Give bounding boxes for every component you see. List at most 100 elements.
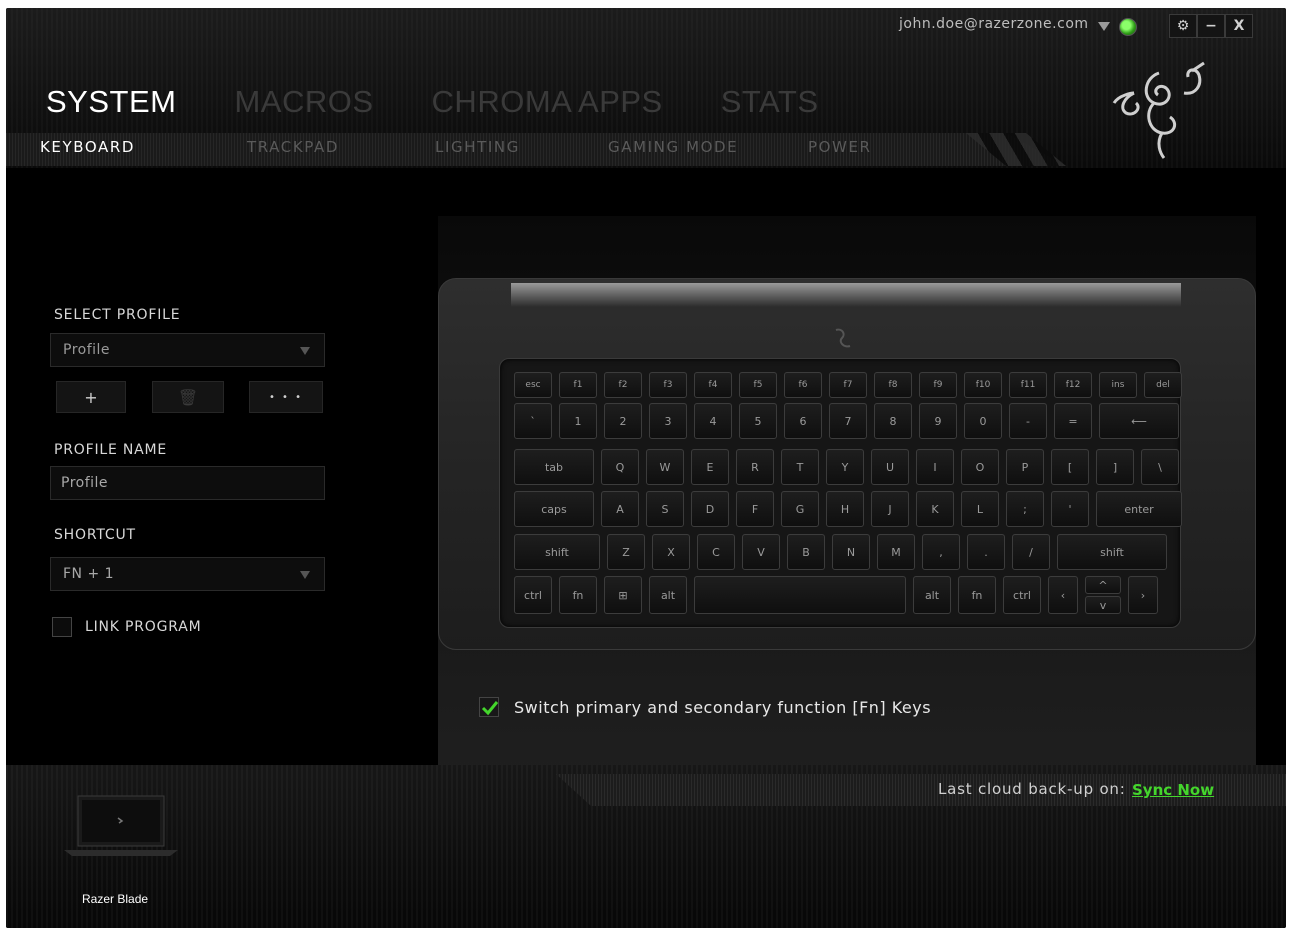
key-r0c3[interactable]: f3: [649, 372, 687, 398]
key-space[interactable]: [694, 576, 906, 614]
key-r3c2[interactable]: S: [646, 491, 684, 527]
key-r2c11[interactable]: [: [1051, 449, 1089, 485]
key-r5c2[interactable]: ⊞: [604, 576, 642, 614]
key-r1c7[interactable]: 7: [829, 403, 867, 439]
key-r1c3[interactable]: 3: [649, 403, 687, 439]
key-r1c2[interactable]: 2: [604, 403, 642, 439]
key-r0c10[interactable]: f10: [964, 372, 1002, 398]
tab-chroma-apps[interactable]: CHROMA APPS: [432, 84, 663, 120]
key-r1c1[interactable]: 1: [559, 403, 597, 439]
key-r3c0[interactable]: caps: [514, 491, 594, 527]
subtab-gaming-mode[interactable]: GAMING MODE: [608, 138, 808, 156]
key-r2c8[interactable]: I: [916, 449, 954, 485]
key-r4c8[interactable]: ,: [922, 534, 960, 570]
key-r0c13[interactable]: ins: [1099, 372, 1137, 398]
key-r2c5[interactable]: T: [781, 449, 819, 485]
subtab-power[interactable]: POWER: [808, 138, 908, 156]
key-r0c12[interactable]: f12: [1054, 372, 1092, 398]
key-r5c1[interactable]: fn: [559, 576, 597, 614]
key-r3c10[interactable]: ;: [1006, 491, 1044, 527]
key-r5c11[interactable]: ›: [1128, 576, 1158, 614]
key-r2c1[interactable]: Q: [601, 449, 639, 485]
key-r2c12[interactable]: ]: [1096, 449, 1134, 485]
key-r3c5[interactable]: G: [781, 491, 819, 527]
key-r1c13[interactable]: ⟵: [1099, 403, 1179, 439]
key-r4c2[interactable]: X: [652, 534, 690, 570]
key-r3c1[interactable]: A: [601, 491, 639, 527]
key-r1c8[interactable]: 8: [874, 403, 912, 439]
profile-name-input[interactable]: Profile: [50, 466, 325, 500]
tab-macros[interactable]: MACROS: [234, 84, 373, 120]
key-r3c8[interactable]: K: [916, 491, 954, 527]
key-r4c3[interactable]: C: [697, 534, 735, 570]
key-r4c4[interactable]: V: [742, 534, 780, 570]
key-r1c0[interactable]: `: [514, 403, 552, 439]
key-r1c9[interactable]: 9: [919, 403, 957, 439]
key-r5c8[interactable]: ‹: [1048, 576, 1078, 614]
settings-button[interactable]: ⚙: [1169, 14, 1197, 38]
key-r5c7[interactable]: ctrl: [1003, 576, 1041, 614]
key-r0c11[interactable]: f11: [1009, 372, 1047, 398]
key-r4c6[interactable]: N: [832, 534, 870, 570]
key-r0c5[interactable]: f5: [739, 372, 777, 398]
sync-now-link[interactable]: Sync Now: [1132, 781, 1214, 799]
razer-blade-device-icon[interactable]: [64, 794, 178, 858]
key-r2c6[interactable]: Y: [826, 449, 864, 485]
key-r5c3[interactable]: alt: [649, 576, 687, 614]
fn-switch-checkbox[interactable]: [479, 697, 499, 717]
key-r2c3[interactable]: E: [691, 449, 729, 485]
key-r3c6[interactable]: H: [826, 491, 864, 527]
key-r3c11[interactable]: ': [1051, 491, 1089, 527]
key-r4c0[interactable]: shift: [514, 534, 600, 570]
key-r1c5[interactable]: 5: [739, 403, 777, 439]
key-r3c7[interactable]: J: [871, 491, 909, 527]
key-r5c0[interactable]: ctrl: [514, 576, 552, 614]
key-r1c4[interactable]: 4: [694, 403, 732, 439]
key-r0c9[interactable]: f9: [919, 372, 957, 398]
add-profile-button[interactable]: +: [56, 381, 126, 413]
key-r1c6[interactable]: 6: [784, 403, 822, 439]
key-r5c9[interactable]: ^: [1085, 576, 1121, 594]
key-r2c13[interactable]: \: [1141, 449, 1179, 485]
key-r4c11[interactable]: shift: [1057, 534, 1167, 570]
key-r2c7[interactable]: U: [871, 449, 909, 485]
profile-select[interactable]: Profile: [50, 333, 325, 367]
key-r0c8[interactable]: f8: [874, 372, 912, 398]
key-r0c4[interactable]: f4: [694, 372, 732, 398]
account-dropdown-icon[interactable]: [1098, 22, 1110, 31]
key-r2c0[interactable]: tab: [514, 449, 594, 485]
tab-system[interactable]: SYSTEM: [46, 84, 176, 120]
key-r0c2[interactable]: f2: [604, 372, 642, 398]
subtab-keyboard[interactable]: KEYBOARD: [40, 138, 247, 156]
key-r1c11[interactable]: -: [1009, 403, 1047, 439]
key-r3c12[interactable]: enter: [1096, 491, 1182, 527]
key-r0c6[interactable]: f6: [784, 372, 822, 398]
key-r4c7[interactable]: M: [877, 534, 915, 570]
key-r5c6[interactable]: fn: [958, 576, 996, 614]
link-program-checkbox[interactable]: [52, 617, 72, 637]
subtab-lighting[interactable]: LIGHTING: [435, 138, 608, 156]
more-options-button[interactable]: • • •: [249, 381, 323, 413]
key-r0c0[interactable]: esc: [514, 372, 552, 398]
key-r3c9[interactable]: L: [961, 491, 999, 527]
key-r4c9[interactable]: .: [967, 534, 1005, 570]
key-r2c10[interactable]: P: [1006, 449, 1044, 485]
key-r2c9[interactable]: O: [961, 449, 999, 485]
key-r0c14[interactable]: del: [1144, 372, 1182, 398]
close-button[interactable]: X: [1225, 14, 1253, 38]
key-r4c10[interactable]: /: [1012, 534, 1050, 570]
tab-stats[interactable]: STATS: [721, 84, 819, 120]
delete-profile-button[interactable]: 🗑: [152, 381, 224, 413]
key-r5c10[interactable]: v: [1085, 596, 1121, 614]
key-r0c1[interactable]: f1: [559, 372, 597, 398]
key-r2c4[interactable]: R: [736, 449, 774, 485]
minimize-button[interactable]: −: [1197, 14, 1225, 38]
key-r2c2[interactable]: W: [646, 449, 684, 485]
key-r5c5[interactable]: alt: [913, 576, 951, 614]
shortcut-select[interactable]: FN + 1: [50, 557, 325, 591]
account-email[interactable]: john.doe@razerzone.com: [899, 16, 1089, 32]
key-r4c1[interactable]: Z: [607, 534, 645, 570]
key-r3c3[interactable]: D: [691, 491, 729, 527]
subtab-trackpad[interactable]: TRACKPAD: [247, 138, 435, 156]
key-r4c5[interactable]: B: [787, 534, 825, 570]
